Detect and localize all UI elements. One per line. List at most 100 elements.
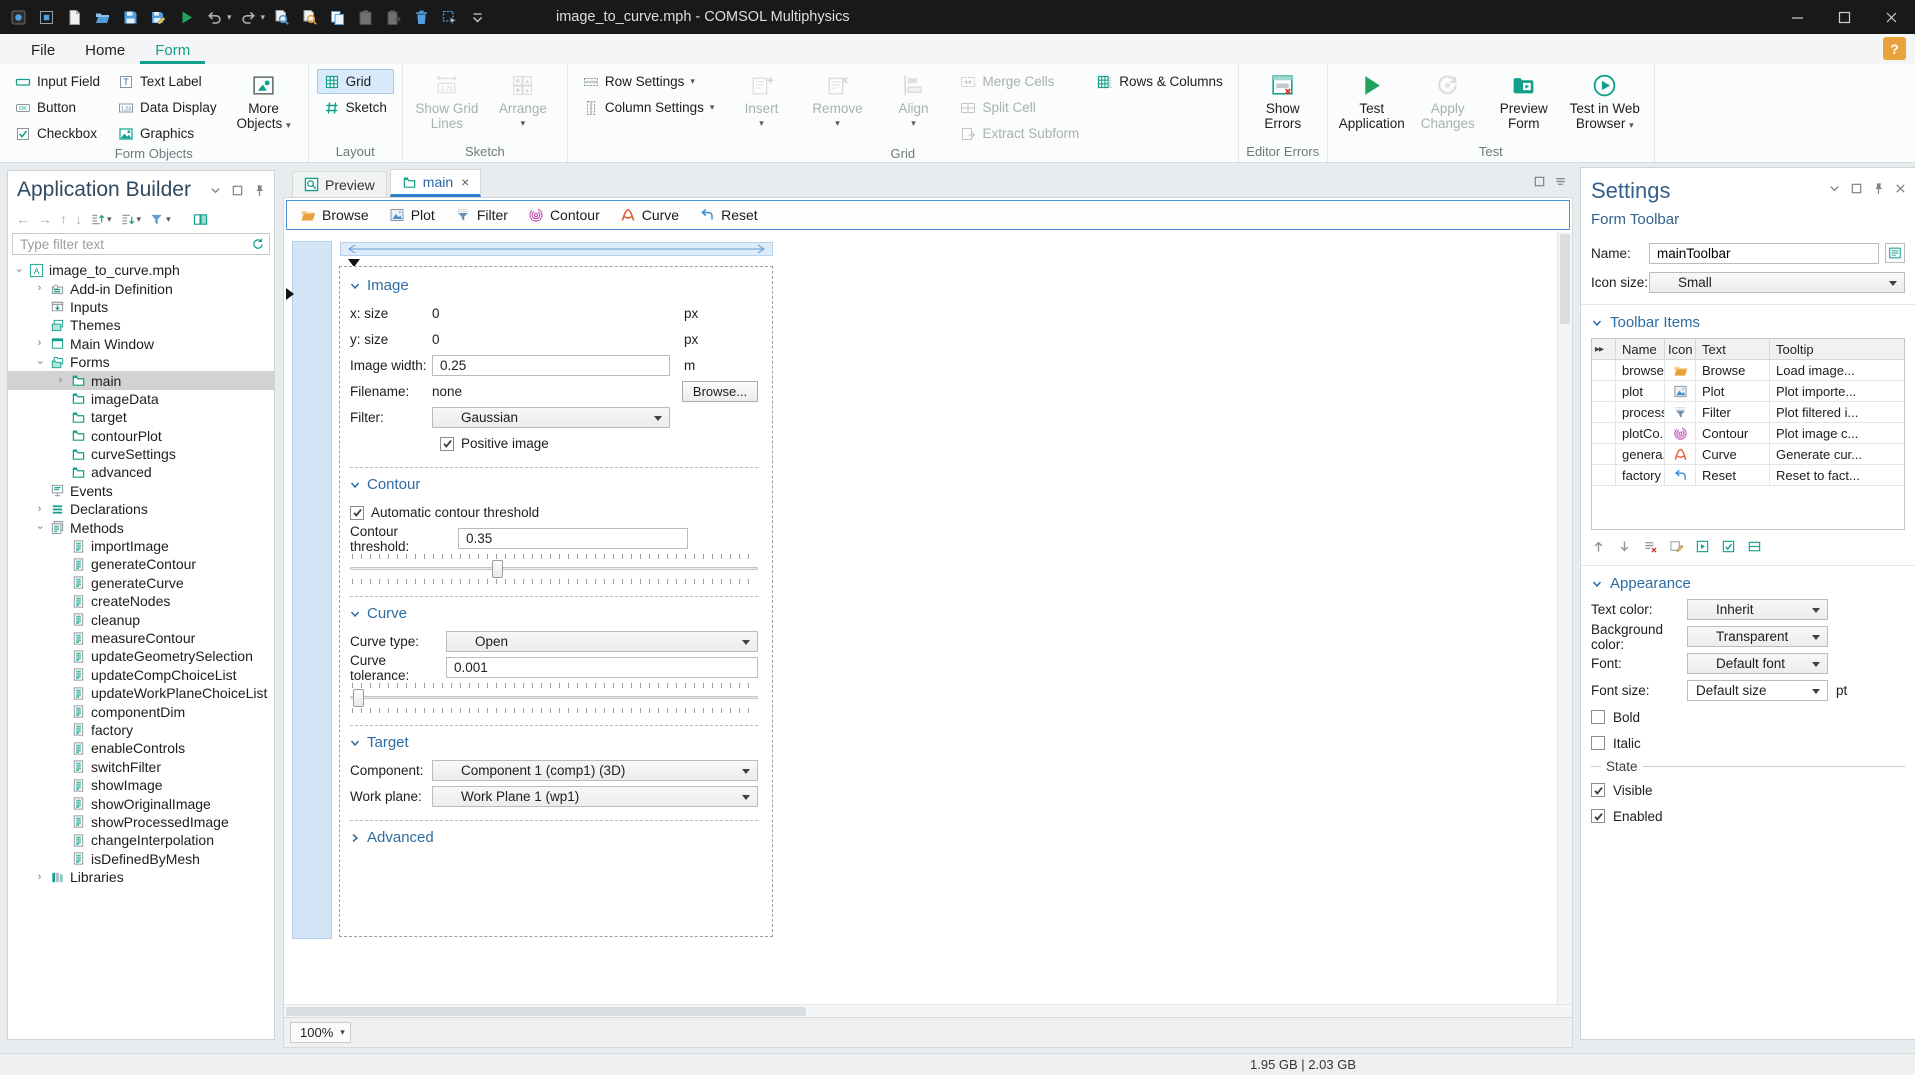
- add-item-icon[interactable]: [1695, 539, 1710, 554]
- app-icon[interactable]: [5, 4, 32, 31]
- form-canvas[interactable]: Image x: size 0 px y: size 0 px Image width:…: [284, 232, 1557, 1004]
- expand-icon[interactable]: ›: [34, 338, 45, 349]
- expand-all-button[interactable]: ▾: [118, 212, 144, 227]
- zoom-control[interactable]: 100% ▾: [290, 1022, 351, 1043]
- text-label-button[interactable]: T Text Label: [111, 69, 224, 94]
- row-selector[interactable]: [1592, 360, 1615, 380]
- more-objects-button[interactable]: More Objects ▾: [228, 69, 300, 131]
- rows-columns-button[interactable]: Rows & Columns: [1090, 69, 1230, 94]
- form-toolbar-button-plot[interactable]: Plot: [382, 204, 442, 226]
- tree-item-main[interactable]: › main: [8, 371, 274, 390]
- tree-item-updateWorkPlaneChoiceList[interactable]: updateWorkPlaneChoiceList: [8, 684, 274, 702]
- grid-mode-button[interactable]: Grid: [316, 69, 394, 94]
- expand-icon[interactable]: ›: [34, 503, 45, 515]
- enabled-checkbox[interactable]: [1591, 809, 1605, 823]
- model-manager-icon[interactable]: [33, 4, 60, 31]
- new-file-icon[interactable]: [61, 4, 88, 31]
- close-tab-icon[interactable]: ×: [461, 174, 469, 190]
- customize-toolbar-chevron-icon[interactable]: [464, 4, 491, 31]
- help-button[interactable]: ?: [1883, 37, 1906, 60]
- collapse-icon[interactable]: ›: [13, 265, 25, 276]
- row-selector[interactable]: [1592, 444, 1615, 464]
- column-header-tooltip[interactable]: Tooltip: [1769, 339, 1904, 359]
- section-curve-header[interactable]: Curve: [350, 605, 758, 622]
- font-size-combo[interactable]: Default size: [1687, 680, 1828, 701]
- edit-item-icon[interactable]: [1669, 539, 1684, 554]
- curve-type-select[interactable]: Open: [446, 631, 758, 652]
- tree-item-enableControls[interactable]: enableControls: [8, 739, 274, 757]
- tree-item-showProcessedImage[interactable]: showProcessedImage: [8, 813, 274, 831]
- column-header-name[interactable]: Name: [1615, 339, 1664, 359]
- expand-icon[interactable]: ›: [34, 283, 45, 294]
- slider-thumb[interactable]: [491, 560, 503, 578]
- maximize-icon[interactable]: [1821, 0, 1868, 34]
- selected-column-band[interactable]: [292, 241, 332, 939]
- delete-icon[interactable]: [408, 4, 435, 31]
- background-color-select[interactable]: Transparent: [1687, 626, 1828, 647]
- save-icon[interactable]: [117, 4, 144, 31]
- select-region-icon[interactable]: [436, 4, 463, 31]
- save-as-icon[interactable]: [145, 4, 172, 31]
- expand-icon[interactable]: ›: [55, 375, 66, 386]
- row-selector[interactable]: [1592, 402, 1615, 422]
- section-target-header[interactable]: Target: [350, 734, 758, 751]
- back-icon[interactable]: ←: [14, 211, 32, 227]
- panel-float-icon[interactable]: [1850, 182, 1863, 195]
- rename-form-icon[interactable]: [1885, 243, 1905, 263]
- row-selector[interactable]: [1592, 465, 1615, 485]
- tab-preview[interactable]: Preview: [292, 171, 387, 197]
- collapse-all-button[interactable]: ▾: [88, 212, 114, 227]
- row-selector[interactable]: [1592, 381, 1615, 401]
- tree-item-updateGeometrySelection[interactable]: updateGeometrySelection: [8, 647, 274, 665]
- graphics-button[interactable]: Graphics: [111, 121, 224, 146]
- form-toolbar-object[interactable]: Browse Plot Filter Contour Curve Reset: [286, 200, 1570, 230]
- visible-checkbox[interactable]: [1591, 783, 1605, 797]
- move-down-icon[interactable]: [1617, 539, 1632, 554]
- add-separator-icon[interactable]: [1747, 539, 1762, 554]
- column-header-icon[interactable]: Icon: [1664, 339, 1695, 359]
- section-advanced-header[interactable]: Advanced: [350, 829, 758, 846]
- open-icon[interactable]: [89, 4, 116, 31]
- name-input[interactable]: [1649, 242, 1879, 264]
- tree-item-Themes[interactable]: Themes: [8, 316, 274, 334]
- form-toolbar-button-curve[interactable]: Curve: [613, 204, 686, 226]
- tree-item-generateContour[interactable]: generateContour: [8, 555, 274, 573]
- browse-file-button[interactable]: Browse...: [682, 381, 758, 402]
- panel-pin-icon[interactable]: [1872, 182, 1885, 195]
- scrollbar-thumb[interactable]: [286, 1007, 806, 1016]
- panel-float-icon[interactable]: [231, 184, 244, 197]
- sketch-mode-button[interactable]: Sketch: [317, 95, 394, 120]
- copy-icon[interactable]: [324, 4, 351, 31]
- minimize-icon[interactable]: [1774, 0, 1821, 34]
- toolbar-item-row-plotCo[interactable]: plotCo... ContourPlot image c...: [1592, 423, 1904, 444]
- checkbox-object-button[interactable]: Checkbox: [8, 121, 107, 146]
- slider-thumb[interactable]: [353, 689, 365, 707]
- tree-item-Events[interactable]: Events: [8, 482, 274, 500]
- expand-icon[interactable]: ›: [34, 871, 45, 883]
- tab-home[interactable]: Home: [70, 34, 140, 64]
- row-settings-button[interactable]: Row Settings ▾: [576, 69, 722, 94]
- tree-item-showImage[interactable]: showImage: [8, 776, 274, 794]
- image-width-input[interactable]: 0.25: [432, 355, 670, 376]
- tree-item-Declarations[interactable]: › Declarations: [8, 500, 274, 518]
- tree-item-isDefinedByMesh[interactable]: isDefinedByMesh: [8, 850, 274, 868]
- section-contour-header[interactable]: Contour: [350, 476, 758, 493]
- curve-tolerance-input[interactable]: 0.001: [446, 657, 758, 678]
- column-header-text[interactable]: Text: [1695, 339, 1769, 359]
- tree-item-Inputs[interactable]: Inputs: [8, 298, 274, 316]
- toolbar-item-row-process[interactable]: process Filter Plot filtered i...: [1592, 402, 1904, 423]
- toggle-editor-tools-button[interactable]: [191, 212, 210, 227]
- refresh-icon[interactable]: [251, 237, 269, 251]
- component-select[interactable]: Component 1 (comp1) (3D): [432, 760, 758, 781]
- text-color-select[interactable]: Inherit: [1687, 599, 1828, 620]
- button-object-button[interactable]: OK Button: [8, 95, 107, 120]
- section-image-header[interactable]: Image: [350, 277, 758, 294]
- show-errors-button[interactable]: Show Errors: [1247, 69, 1319, 131]
- collapse-icon[interactable]: ›: [34, 522, 46, 533]
- toolbar-items-table[interactable]: ▶▶ Name Icon Text Tooltip browse Browse Lo…: [1591, 338, 1905, 530]
- tree-item-generateCurve[interactable]: generateCurve: [8, 574, 274, 592]
- tree-item-Main-Window[interactable]: › Main Window: [8, 335, 274, 353]
- form-toolbar-button-browse[interactable]: Browse: [293, 204, 376, 226]
- appearance-section-header[interactable]: Appearance: [1591, 575, 1905, 592]
- tree-item-imageData[interactable]: imageData: [8, 390, 274, 408]
